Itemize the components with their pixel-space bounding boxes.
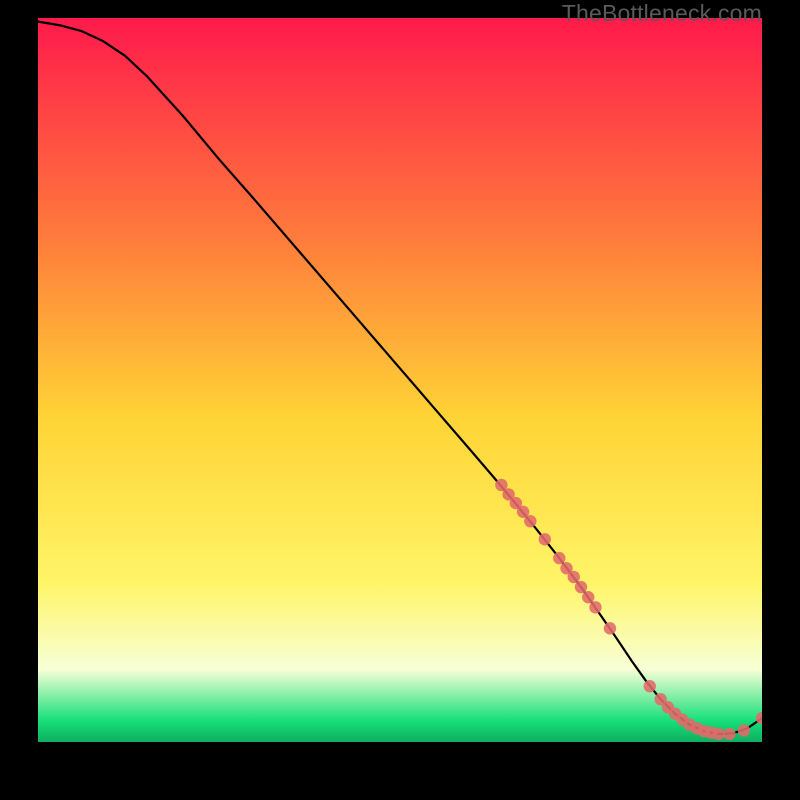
watermark-text: TheBottleneck.com	[562, 0, 762, 27]
data-marker	[723, 728, 735, 740]
data-marker	[582, 591, 594, 603]
data-marker	[539, 533, 551, 545]
data-marker	[568, 571, 580, 583]
gradient-background	[38, 18, 762, 742]
data-marker	[738, 724, 750, 736]
data-marker	[589, 601, 601, 613]
data-marker	[575, 581, 587, 593]
chart-plot-area	[38, 18, 762, 742]
data-marker	[604, 622, 616, 634]
chart-svg	[38, 18, 762, 742]
data-marker	[553, 552, 565, 564]
data-marker	[712, 728, 724, 740]
data-marker	[524, 515, 536, 527]
data-marker	[644, 680, 656, 692]
chart-stage: TheBottleneck.com	[0, 0, 800, 800]
